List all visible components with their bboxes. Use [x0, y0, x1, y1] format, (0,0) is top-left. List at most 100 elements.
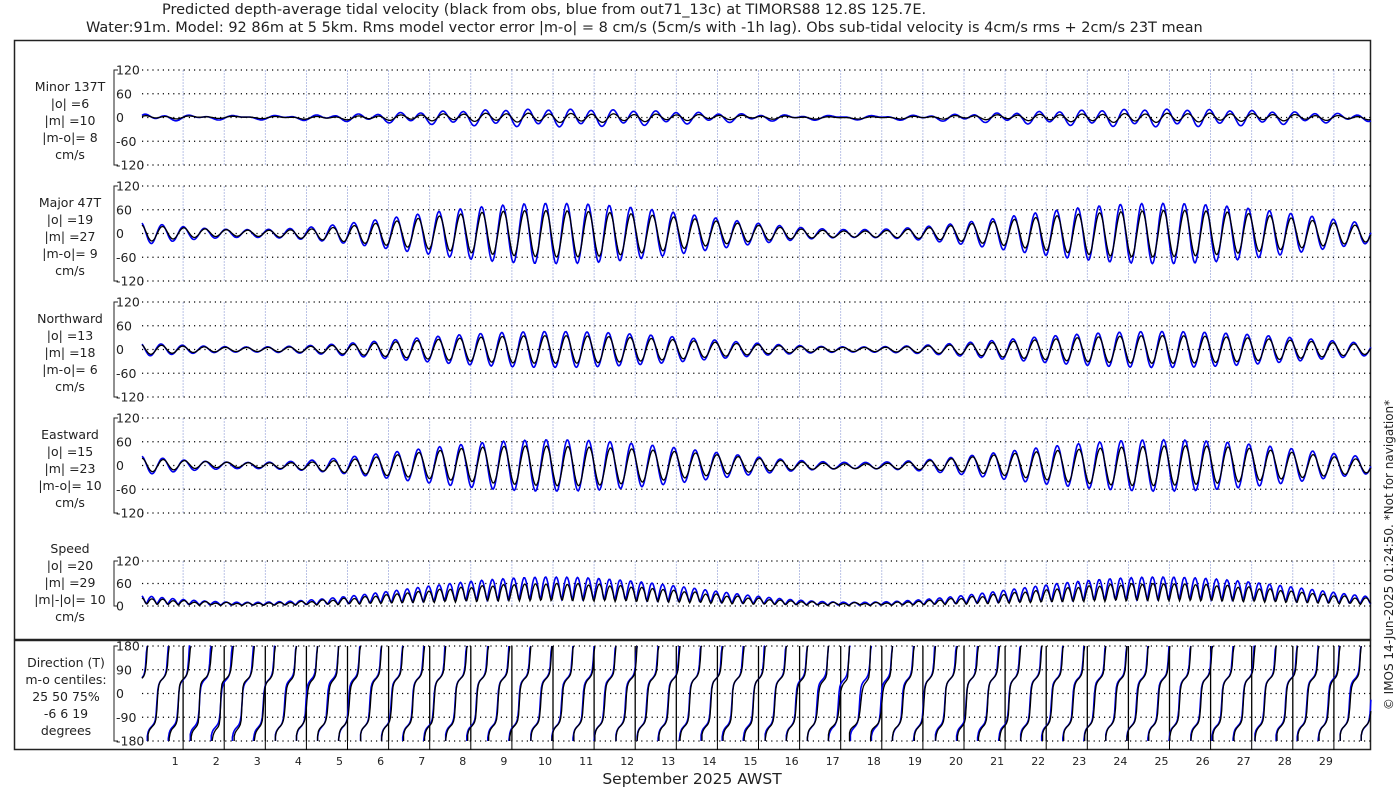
title-line-2: Water:91m. Model: 92 86m at 5 5km. Rms m… — [86, 20, 1203, 36]
x-tick-label: 13 — [661, 755, 675, 768]
panel-minor: Minor 137T |o| =6 |m| =10 |m-o|= 8 cm/s 120 60… — [35, 63, 1372, 173]
y-tick-label: 120 — [116, 411, 140, 426]
panel-label: cm/s — [55, 495, 85, 510]
panel-speed: Speed |o| =20 |m| =29 |m|-|o|= 10 cm/s 120 60 0 — [34, 541, 1372, 624]
y-tick-label: -60 — [116, 366, 136, 381]
panel-major: Major 47T |o| =19 |m| =27 |m-o|= 9 cm/s 120 60… — [39, 179, 1372, 289]
panel-label: |m-o|= 6 — [42, 362, 97, 377]
y-tick-label: -180 — [116, 734, 144, 749]
y-tick-label: 120 — [116, 63, 140, 78]
x-tick-label: 28 — [1278, 755, 1292, 768]
obs-series — [141, 582, 1372, 607]
direction-frame — [13, 639, 1372, 751]
x-tick-label: 17 — [826, 755, 840, 768]
x-tick-label: 7 — [418, 755, 425, 768]
panel-label: cm/s — [55, 609, 85, 624]
tidal-velocity-figure: Predicted depth-average tidal velocity (… — [13, 2, 1396, 788]
y-tick-label: 120 — [116, 295, 140, 310]
panel-label: degrees — [41, 723, 91, 738]
x-tick-label: 27 — [1237, 755, 1251, 768]
panel-label: cm/s — [55, 263, 85, 278]
panel-label: m-o centiles: — [25, 672, 106, 687]
y-tick-label: -90 — [116, 710, 136, 725]
x-tick-label: 3 — [254, 755, 261, 768]
x-tick-label: 21 — [990, 755, 1004, 768]
y-tick-label: 60 — [116, 434, 132, 449]
x-tick-label: 25 — [1155, 755, 1169, 768]
obs-series — [141, 112, 1371, 124]
y-tick-label: 60 — [116, 576, 132, 591]
panel-north: Northward |o| =13 |m| =18 |m-o|= 6 cm/s 120 60… — [37, 295, 1372, 405]
x-tick-label: 19 — [908, 755, 922, 768]
x-tick-label: 2 — [213, 755, 220, 768]
y-tick-label: 0 — [116, 686, 124, 701]
x-tick-label: 26 — [1196, 755, 1210, 768]
panel-east: Eastward |o| =15 |m| =23 |m-o|= 10 cm/s 120 60… — [38, 411, 1372, 521]
x-tick-label: 4 — [295, 755, 302, 768]
panel-label: |m|-|o|= 10 — [34, 592, 106, 607]
x-axis-label: September 2025 AWST — [602, 770, 782, 788]
y-tick-label: -60 — [116, 250, 136, 265]
panel-dir: Direction (T) m-o centiles: 25 50 75% -6 6 … — [25, 639, 1372, 749]
y-tick-label: 60 — [116, 86, 132, 101]
panel-label: Major 47T — [39, 195, 102, 210]
y-tick-label: -120 — [116, 506, 144, 521]
panel-label: |m| =29 — [45, 575, 96, 590]
panel-label: Direction (T) — [27, 655, 105, 670]
y-tick-label: 0 — [116, 599, 124, 614]
x-tick-label: 14 — [702, 755, 716, 768]
panel-label: |m| =23 — [45, 461, 96, 476]
y-tick-label: 120 — [116, 554, 140, 569]
panel-label: Minor 137T — [35, 79, 106, 94]
y-tick-label: -60 — [116, 482, 136, 497]
x-tick-label: 29 — [1319, 755, 1333, 768]
panel-label: 25 50 75% — [32, 689, 100, 704]
panel-label: |o| =15 — [47, 444, 93, 459]
panel-label: cm/s — [55, 147, 85, 162]
y-tick-label: 0 — [116, 226, 124, 241]
x-tick-label: 24 — [1113, 755, 1127, 768]
panel-label: |o| =19 — [47, 212, 93, 227]
panel-label: |m-o|= 9 — [42, 246, 97, 261]
panel-label: |m| =18 — [45, 345, 96, 360]
x-tick-label: 15 — [744, 755, 758, 768]
y-tick-label: 90 — [116, 662, 132, 677]
panel-label: Northward — [37, 311, 103, 326]
y-tick-label: 180 — [116, 639, 140, 654]
y-tick-label: -120 — [116, 390, 144, 405]
x-tick-label: 1 — [172, 755, 179, 768]
panel-label: |o| =13 — [47, 328, 93, 343]
panel-label: |o| =6 — [51, 96, 90, 111]
panel-label: |m| =10 — [45, 113, 96, 128]
y-tick-label: 0 — [116, 110, 124, 125]
panel-label: |o| =20 — [47, 558, 93, 573]
panel-label: Speed — [50, 541, 89, 556]
y-tick-label: 60 — [116, 202, 132, 217]
panel-label: |m| =27 — [45, 229, 96, 244]
x-tick-label: 11 — [579, 755, 593, 768]
y-tick-label: -120 — [116, 274, 144, 289]
x-tick-label: 6 — [377, 755, 384, 768]
panel-label: Eastward — [41, 427, 99, 442]
x-tick-label: 20 — [949, 755, 963, 768]
panel-label: |m-o|= 10 — [38, 478, 101, 493]
copyright-notice: © IMOS 14-Jun-2025 01:24:50. *Not for na… — [1382, 400, 1396, 710]
y-tick-label: 60 — [116, 318, 132, 333]
x-tick-label: 12 — [620, 755, 634, 768]
title-line-1: Predicted depth-average tidal velocity (… — [162, 2, 926, 18]
panel-label: -6 6 19 — [44, 706, 88, 721]
x-tick-label: 23 — [1072, 755, 1086, 768]
y-tick-label: 120 — [116, 179, 140, 194]
x-tick-label: 5 — [336, 755, 343, 768]
x-tick-label: 16 — [785, 755, 799, 768]
x-tick-label: 9 — [500, 755, 507, 768]
x-tick-label: 22 — [1031, 755, 1045, 768]
y-tick-label: 0 — [116, 458, 124, 473]
x-tick-label: 18 — [867, 755, 881, 768]
panel-label: cm/s — [55, 379, 85, 394]
y-tick-label: -120 — [116, 158, 144, 173]
y-tick-label: -60 — [116, 134, 136, 149]
x-tick-label: 8 — [459, 755, 466, 768]
x-tick-label: 10 — [538, 755, 552, 768]
panel-label: |m-o|= 8 — [42, 130, 97, 145]
